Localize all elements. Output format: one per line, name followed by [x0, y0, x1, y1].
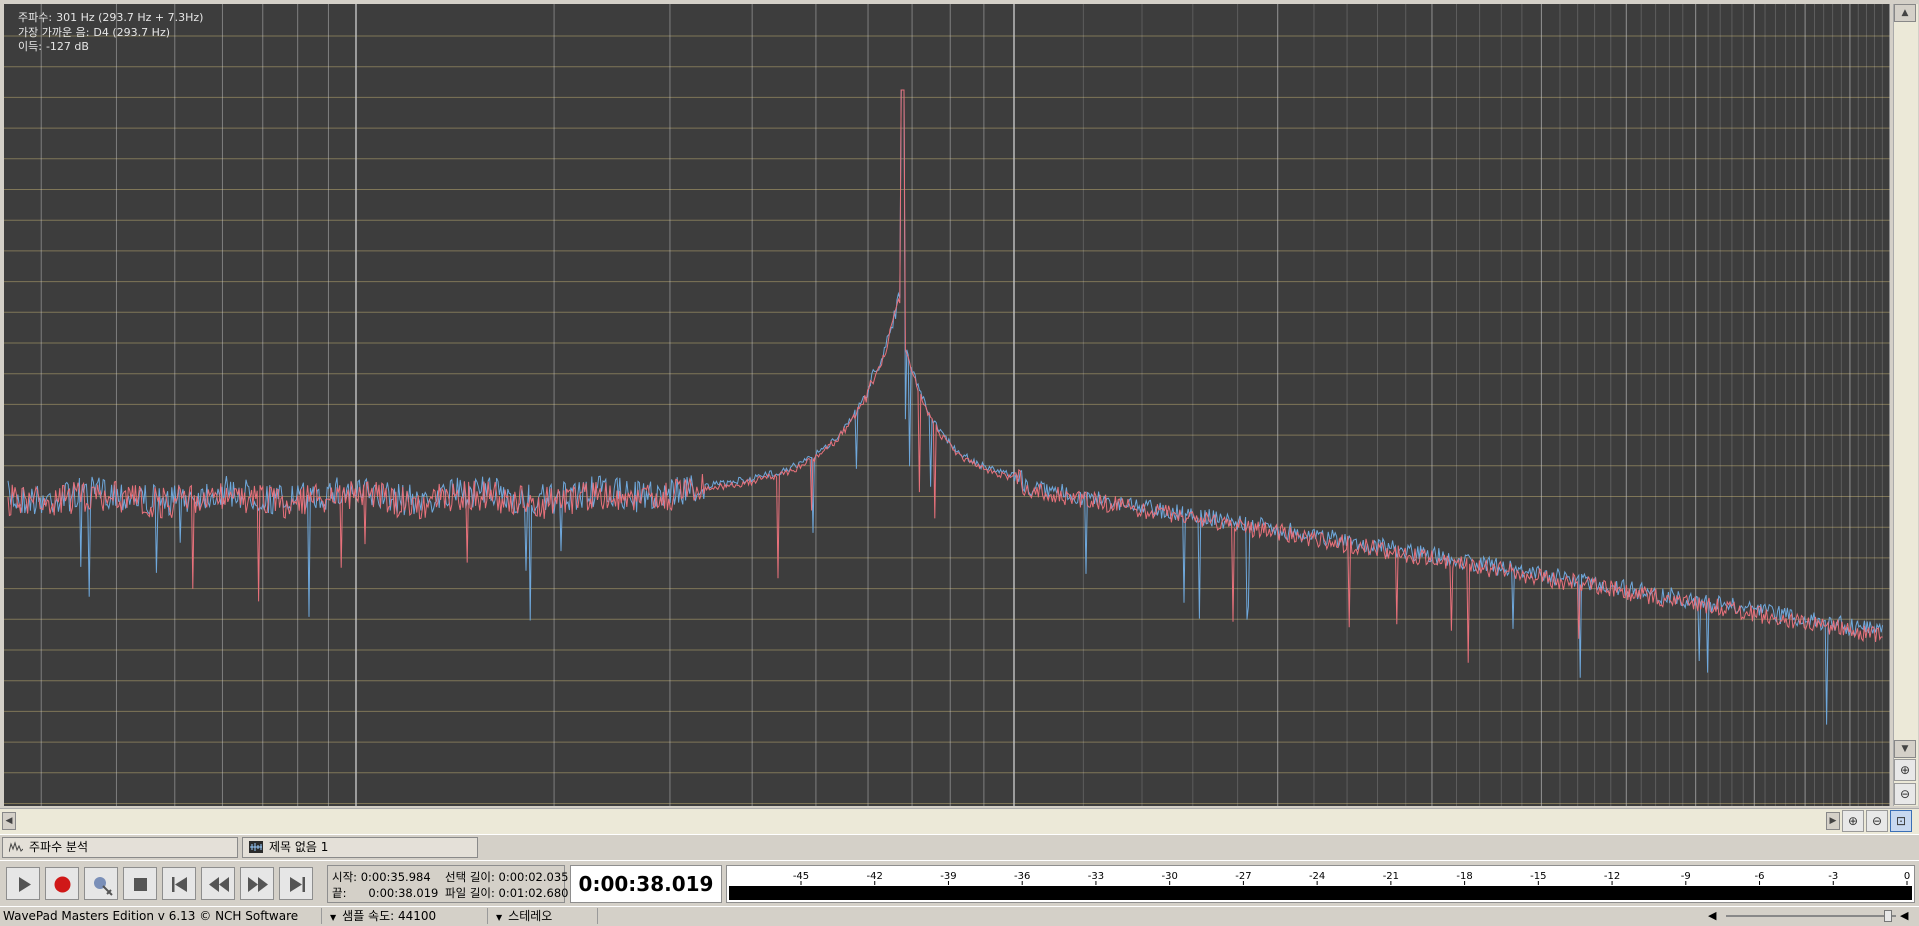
- vertical-scrollbar[interactable]: ▲ ▼ ⊕ ⊖: [1893, 4, 1918, 806]
- spectrum-tab-icon: [9, 841, 23, 853]
- fast-forward-icon: [248, 877, 268, 892]
- fast-forward-button[interactable]: [240, 867, 274, 900]
- cursor-readout: 주파수: 301 Hz (293.7 Hz + 7.3Hz) 가장 가까운 음: D…: [18, 11, 207, 55]
- selection-time-panel: 시작: 0:00:35.984 끝: 0:00:38.019 선택 길이: 0:…: [327, 865, 569, 903]
- meter-tick-label: -36: [1014, 871, 1030, 882]
- skip-to-start-button[interactable]: [162, 867, 196, 900]
- wavepad-window: 주파수: 301 Hz (293.7 Hz + 7.3Hz) 가장 가까운 음: D…: [0, 0, 1919, 924]
- vertical-gridlines: [40, 4, 1890, 806]
- sample-rate-selector[interactable]: ▼ 샘플 속도: 44100: [326, 908, 488, 924]
- meter-tick-label: -24: [1309, 871, 1325, 882]
- horizontal-scrollbar[interactable]: ◀ ▶ ⊕ ⊖ ⊡: [0, 808, 1919, 834]
- rewind-button[interactable]: [201, 867, 235, 900]
- spectrum-series-right-channel: [7, 89, 1884, 725]
- volume-slider-track[interactable]: [1726, 915, 1896, 917]
- meter-level-bar: [729, 886, 1912, 900]
- meter-tick-label: -12: [1604, 871, 1620, 882]
- skip-start-icon: [172, 877, 187, 892]
- skip-end-icon: [290, 877, 305, 892]
- meter-tick-label: -15: [1530, 871, 1546, 882]
- zoom-in-vertical-icon[interactable]: ⊕: [1894, 759, 1916, 781]
- meter-tick-label: -39: [940, 871, 956, 882]
- tab-untitled-1[interactable]: 제목 없음 1: [242, 837, 478, 858]
- tab-frequency-analysis[interactable]: 주파수 분석: [2, 837, 238, 858]
- zoom-fit-icon[interactable]: ⊡: [1890, 810, 1912, 832]
- meter-tick-label: -18: [1456, 871, 1472, 882]
- status-message-area: [602, 908, 1702, 924]
- horizontal-gridlines: [4, 35, 1890, 804]
- meter-tick-label: -3: [1828, 871, 1838, 882]
- zoom-in-horizontal-icon[interactable]: ⊕: [1842, 810, 1864, 832]
- meter-tick-label: -33: [1088, 871, 1104, 882]
- record-icon: [54, 876, 71, 893]
- file-length: 파일 길이: 0:01:02.680: [445, 886, 569, 900]
- scroll-left-arrow-icon[interactable]: ◀: [2, 812, 16, 830]
- speaker-icon: ◀: [1708, 909, 1717, 922]
- frequency-analysis-panel: 주파수: 301 Hz (293.7 Hz + 7.3Hz) 가장 가까운 음: D…: [0, 0, 1919, 808]
- zoom-out-horizontal-icon[interactable]: ⊖: [1866, 810, 1888, 832]
- record-options-button[interactable]: [84, 867, 118, 900]
- end-time: 끝: 0:00:38.019: [332, 886, 439, 900]
- volume-slider-thumb[interactable]: [1884, 910, 1892, 922]
- record-options-icon: [94, 877, 113, 896]
- play-button[interactable]: [6, 867, 40, 900]
- meter-tick-label: -30: [1161, 871, 1177, 882]
- dropdown-arrow-icon: ▼: [496, 913, 503, 922]
- meter-tick-label: -9: [1681, 871, 1691, 882]
- channels-selector[interactable]: ▼ 스테레오: [492, 908, 598, 924]
- frequency-readout: 주파수: 301 Hz (293.7 Hz + 7.3Hz): [18, 11, 204, 24]
- app-version: WavePad Masters Edition v 6.13 © NCH Sof…: [2, 908, 322, 924]
- meter-tick-label: -6: [1755, 871, 1765, 882]
- rewind-icon: [209, 877, 229, 892]
- level-meter: -45 -42 -39 -36 -33 -30 -27 -24 -21 -18 -15 -12 -9 -6…: [726, 865, 1915, 903]
- scroll-up-arrow-icon[interactable]: ▲: [1894, 4, 1916, 22]
- skip-to-end-button[interactable]: [279, 867, 313, 900]
- start-time: 시작: 0:00:35.984: [332, 870, 431, 884]
- gain-readout: 이득: -127 dB: [18, 40, 89, 53]
- current-time-display: 0:00:38.019: [570, 865, 722, 903]
- spectrum-plot[interactable]: 주파수: 301 Hz (293.7 Hz + 7.3Hz) 가장 가까운 음: D…: [4, 4, 1890, 806]
- nearest-note-readout: 가장 가까운 음: D4 (293.7 Hz): [18, 25, 171, 39]
- stop-button[interactable]: [123, 867, 157, 900]
- dropdown-arrow-icon: ▼: [330, 913, 337, 922]
- speaker-icon: ◀: [1900, 909, 1909, 922]
- selection-length: 선택 길이: 0:00:02.035: [445, 870, 569, 884]
- meter-tick-label: -45: [793, 871, 809, 882]
- meter-tick-label: 0: [1904, 871, 1910, 882]
- meter-tick-label: -42: [867, 871, 883, 882]
- zoom-out-vertical-icon[interactable]: ⊖: [1894, 783, 1916, 805]
- waveform-tab-icon: [249, 841, 263, 853]
- document-tabs: 주파수 분석 제목 없음 1: [0, 834, 1919, 860]
- spectrum-series-left-channel: [7, 89, 1883, 663]
- level-meter-scale: -45 -42 -39 -36 -33 -30 -27 -24 -21 -18 -15 -12 -9 -6…: [729, 871, 1912, 900]
- status-bar: WavePad Masters Edition v 6.13 © NCH Sof…: [0, 906, 1919, 924]
- scroll-down-arrow-icon[interactable]: ▼: [1894, 740, 1916, 758]
- stop-icon: [134, 878, 147, 891]
- volume-control[interactable]: ◀ ◀: [1706, 908, 1916, 924]
- spectrum-graph: [4, 4, 1890, 806]
- meter-tick-label: -27: [1235, 871, 1251, 882]
- play-icon: [19, 877, 31, 892]
- transport-bar: 시작: 0:00:35.984 끝: 0:00:38.019 선택 길이: 0:…: [0, 860, 1919, 906]
- record-button[interactable]: [45, 867, 79, 900]
- scroll-right-arrow-icon[interactable]: ▶: [1826, 812, 1840, 830]
- meter-tick-label: -21: [1383, 871, 1399, 882]
